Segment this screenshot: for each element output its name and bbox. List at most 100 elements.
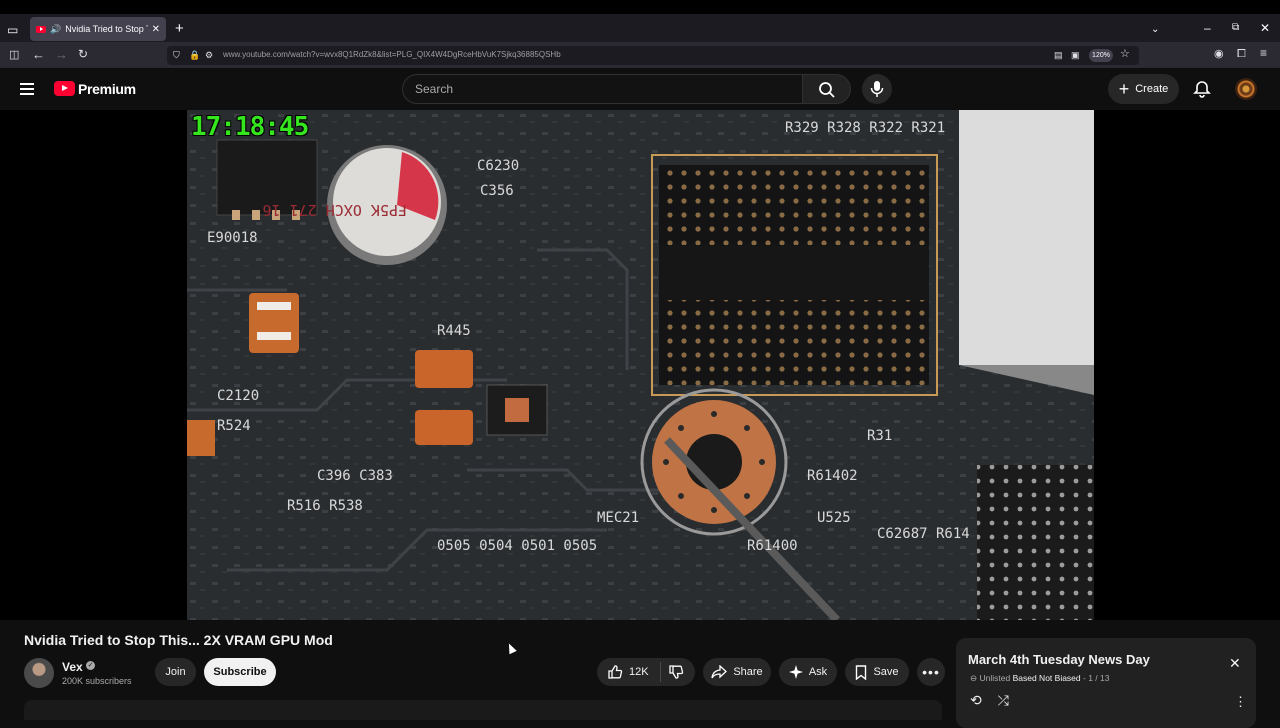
dislike-button[interactable]: [668, 664, 690, 683]
minimize-button[interactable]: –: [1204, 22, 1211, 34]
more-horizontal-icon: •••: [922, 664, 940, 680]
browser-menu-icon[interactable]: ≡: [1260, 47, 1267, 59]
permissions-icon[interactable]: ⚙: [205, 50, 213, 61]
forward-button[interactable]: →: [55, 48, 68, 61]
svg-text:R61402: R61402: [807, 468, 858, 484]
svg-text:0505 0504 0501 0505: 0505 0504 0501 0505: [437, 538, 597, 554]
address-bar[interactable]: ⛉ 🔒 ⚙ www.youtube.com/watch?v=wvx8Q1RdZk…: [167, 46, 1139, 65]
svg-text:C6230: C6230: [477, 158, 519, 174]
youtube-logo-icon[interactable]: [54, 81, 75, 96]
svg-text:C396 C383: C396 C383: [317, 468, 393, 484]
thumbs-down-icon: [669, 665, 684, 679]
svg-text:C2120: C2120: [217, 388, 259, 404]
svg-text:R524: R524: [217, 418, 251, 434]
browser-nav-bar: ◫ ← → ↻ ⛉ 🔒 ⚙ www.youtube.com/watch?v=wv…: [0, 42, 1280, 69]
browser-tab-active[interactable]: 🔊 Nvidia Tried to Stop This... 2X ✕: [30, 17, 166, 41]
notifications-bell-icon[interactable]: [1192, 79, 1212, 99]
picture-in-picture-icon[interactable]: ▣: [1071, 50, 1080, 61]
youtube-header: Premium + Create: [0, 70, 1280, 110]
speaker-icon[interactable]: 🔊: [50, 24, 61, 35]
video-player[interactable]: FP5K OXCH 271 16 E90018 C6230 C356 R329 …: [0, 110, 1280, 620]
youtube-premium-brand[interactable]: Premium: [78, 81, 136, 97]
playlist-position: 1 / 13: [1088, 673, 1110, 683]
search-box[interactable]: [402, 74, 803, 104]
svg-text:FP5K OXCH 271 16: FP5K OXCH 271 16: [263, 201, 408, 219]
reload-button[interactable]: ↻: [78, 48, 88, 60]
search-button[interactable]: [803, 74, 851, 104]
hamburger-menu-icon[interactable]: [20, 83, 34, 95]
share-label: Share: [733, 666, 763, 678]
playlist-owner[interactable]: Based Not Biased: [1013, 673, 1081, 683]
bookmark-star-icon[interactable]: ☆: [1120, 49, 1130, 60]
video-frame[interactable]: FP5K OXCH 271 16 E90018 C6230 C356 R329 …: [187, 110, 1094, 620]
like-count: 12K: [629, 666, 649, 678]
create-button[interactable]: + Create: [1108, 74, 1179, 104]
back-button[interactable]: ←: [32, 48, 45, 61]
save-label: Save: [873, 666, 899, 678]
like-dislike-group: 12K: [597, 658, 695, 686]
zoom-level-badge[interactable]: 120%: [1089, 49, 1113, 62]
svg-text:R329 R328 R322 R321: R329 R328 R322 R321: [785, 120, 945, 136]
svg-text:C356: C356: [480, 183, 514, 199]
bookmark-icon: [856, 664, 867, 680]
search-input[interactable]: [403, 75, 802, 103]
reader-view-icon[interactable]: ▤: [1054, 50, 1063, 61]
tab-overview-icon[interactable]: ▭: [7, 24, 18, 36]
sparkle-icon: [788, 665, 803, 679]
subscribe-button[interactable]: Subscribe: [204, 658, 276, 686]
playlist-close-icon[interactable]: ✕: [1229, 656, 1241, 670]
tab-title: Nvidia Tried to Stop This... 2X: [65, 24, 147, 34]
svg-text:R445: R445: [437, 323, 471, 339]
thumbs-up-icon: [608, 665, 623, 679]
playlist-visibility: Unlisted: [979, 673, 1011, 683]
join-button[interactable]: Join: [155, 658, 196, 686]
browser-tab-bar: ▭ 🔊 Nvidia Tried to Stop This... 2X ✕ + …: [0, 0, 1280, 42]
playlist-panel: March 4th Tuesday News Day ⊖ Unlisted Ba…: [956, 638, 1256, 728]
shield-icon[interactable]: ⛉: [173, 50, 180, 61]
extensions-icon[interactable]: ⧠: [1237, 49, 1246, 60]
ask-button[interactable]: Ask: [779, 658, 837, 686]
like-button[interactable]: 12K: [607, 664, 649, 680]
channel-name[interactable]: Vex: [62, 660, 83, 674]
verified-check-icon: ✓: [86, 661, 95, 670]
plus-icon: +: [1118, 79, 1130, 99]
window-close-button[interactable]: ✕: [1260, 22, 1270, 34]
link-icon: ⊖: [970, 673, 978, 683]
playlist-controls: ⟲ ⤮: [970, 692, 1009, 709]
mouse-cursor-icon: [505, 641, 517, 655]
more-actions-button[interactable]: •••: [917, 658, 945, 686]
below-video-shelf: [24, 700, 942, 720]
video-title: Nvidia Tried to Stop This... 2X VRAM GPU…: [24, 632, 333, 648]
share-icon: [711, 665, 728, 679]
tab-close-icon[interactable]: ✕: [152, 24, 160, 35]
video-overlay-timestamp: 17:18:45: [191, 112, 309, 142]
sidebar-toggle-icon[interactable]: ◫: [9, 50, 19, 61]
pcb-video-image: FP5K OXCH 271 16 E90018 C6230 C356 R329 …: [187, 110, 1094, 620]
channel-avatar[interactable]: [24, 658, 54, 688]
svg-text:C62687 R614: C62687 R614: [877, 526, 970, 542]
voice-search-button[interactable]: [862, 74, 892, 104]
user-avatar[interactable]: [1235, 78, 1257, 100]
restore-button[interactable]: ⧉: [1232, 22, 1239, 34]
svg-text:R516 R538: R516 R538: [287, 498, 363, 514]
like-divider: [660, 662, 661, 682]
share-button[interactable]: Share: [703, 658, 771, 686]
shuffle-icon[interactable]: ⤮: [998, 692, 1009, 708]
svg-text:U525: U525: [817, 510, 851, 526]
svg-text:E90018: E90018: [207, 230, 258, 246]
lock-icon[interactable]: 🔒: [189, 50, 200, 61]
playlist-more-vertical-icon[interactable]: ⋮: [1234, 694, 1247, 710]
url-text[interactable]: www.youtube.com/watch?v=wvx8Q1RdZk8&list…: [223, 50, 561, 59]
create-label: Create: [1135, 83, 1169, 95]
new-tab-button[interactable]: +: [175, 21, 184, 36]
svg-text:R31: R31: [867, 428, 892, 444]
loop-icon[interactable]: ⟲: [970, 692, 982, 708]
account-icon[interactable]: ◉: [1214, 49, 1224, 60]
subscribe-label: Subscribe: [213, 666, 267, 678]
svg-text:R61400: R61400: [747, 538, 798, 554]
save-button[interactable]: Save: [845, 658, 909, 686]
youtube-favicon-icon: [36, 25, 46, 33]
microphone-icon: [870, 81, 884, 97]
tab-list-chevron-icon[interactable]: ⌄: [1151, 24, 1159, 36]
playlist-title[interactable]: March 4th Tuesday News Day: [968, 652, 1150, 667]
